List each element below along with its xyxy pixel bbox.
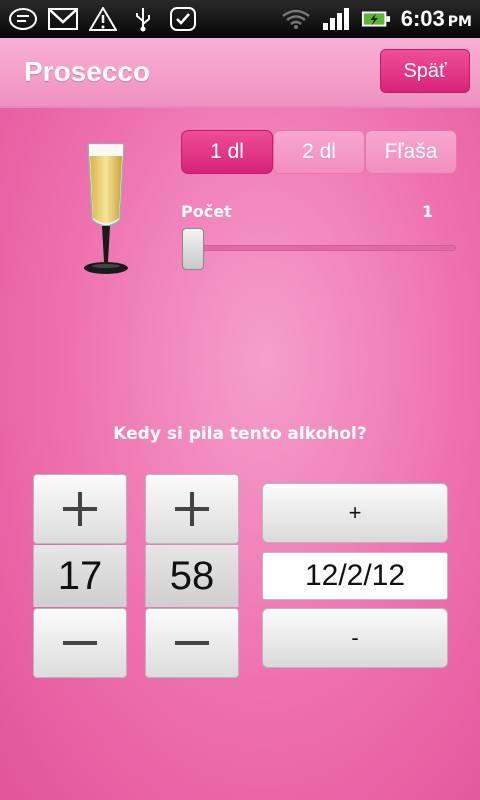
count-label: Počet — [181, 202, 232, 221]
date-increment-button[interactable]: + — [262, 483, 448, 543]
volume-option-bottle[interactable]: Fľaša — [365, 130, 457, 174]
clock-ampm: PM — [447, 14, 472, 30]
minute-value[interactable]: 58 — [145, 545, 239, 607]
volume-option-2dl[interactable]: 2 dl — [273, 130, 365, 174]
header-bar: Prosecco Späť — [0, 38, 480, 108]
usb-icon — [128, 6, 158, 32]
plus-icon — [175, 492, 209, 526]
status-bar: 6:03 PM — [0, 0, 480, 38]
battery-charging-icon — [361, 6, 391, 32]
count-slider-thumb[interactable] — [182, 228, 204, 270]
page-title: Prosecco — [24, 56, 151, 87]
count-slider-track[interactable] — [184, 245, 456, 251]
wifi-icon — [281, 6, 311, 32]
volume-option-1dl[interactable]: 1 dl — [181, 130, 273, 174]
hour-value[interactable]: 17 — [33, 545, 127, 607]
when-question: Kedy si pila tento alkohol? — [113, 424, 367, 444]
gmail-icon — [48, 6, 78, 32]
status-time: 6:03 PM — [401, 6, 472, 32]
date-field[interactable]: 12/2/12 — [262, 552, 448, 600]
date-decrement-button[interactable]: - — [262, 608, 448, 668]
minute-decrement-button[interactable] — [145, 608, 239, 678]
minute-increment-button[interactable] — [145, 474, 239, 544]
champagne-glass-icon — [78, 140, 134, 276]
signal-icon — [321, 6, 351, 32]
clock-time: 6:03 — [400, 6, 445, 31]
minus-icon — [175, 641, 209, 645]
warning-icon — [88, 6, 118, 32]
notification-icon — [8, 6, 38, 32]
hour-increment-button[interactable] — [33, 474, 127, 544]
minus-icon — [63, 641, 97, 645]
back-button[interactable]: Späť — [380, 49, 470, 93]
check-icon — [168, 6, 198, 32]
count-value: 1 — [422, 202, 434, 221]
plus-icon — [63, 492, 97, 526]
hour-decrement-button[interactable] — [33, 608, 127, 678]
